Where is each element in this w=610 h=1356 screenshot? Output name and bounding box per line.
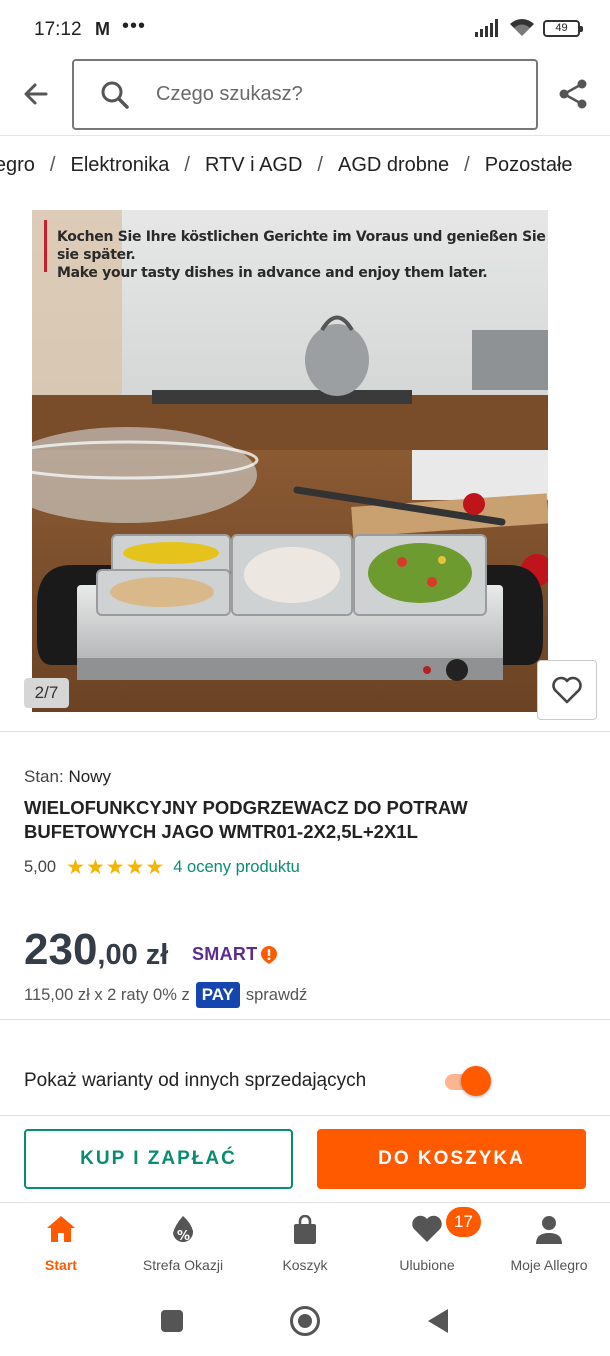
tab-koszyk[interactable]: Koszyk bbox=[244, 1203, 366, 1288]
breadcrumb-separator: / bbox=[184, 154, 190, 176]
home-icon bbox=[47, 1216, 75, 1242]
recent-apps-button[interactable] bbox=[161, 1310, 183, 1332]
price-fraction: ,00 zł bbox=[97, 939, 169, 971]
breadcrumb-separator: / bbox=[49, 154, 56, 176]
breadcrumb: llegro / Elektronika / RTV i AGD / AGD d… bbox=[0, 150, 610, 184]
product-title: WIELOFUNKCYJNY PODGRZEWACZ DO POTRAW BUF… bbox=[24, 797, 468, 842]
battery-icon: 49 bbox=[543, 19, 583, 37]
breadcrumb-item-allegro[interactable]: llegro bbox=[0, 154, 35, 177]
signal-icon bbox=[475, 19, 498, 37]
more-notifications-icon: ••• bbox=[122, 15, 147, 37]
image-caption: Kochen Sie Ihre köstlichen Gerichte im V… bbox=[57, 228, 548, 282]
breadcrumb-item-pozostale[interactable]: Pozostałe bbox=[485, 154, 573, 177]
caption-accent-bar bbox=[44, 220, 47, 272]
bag-icon bbox=[294, 1215, 316, 1244]
rating-score: 5,00 bbox=[24, 858, 57, 876]
heart-outline-icon bbox=[552, 676, 582, 704]
condition-value: Nowy bbox=[68, 767, 111, 786]
smart-exclamation-icon bbox=[260, 945, 277, 964]
share-icon[interactable] bbox=[557, 78, 589, 110]
gallery-counter: 2/7 bbox=[24, 678, 69, 708]
condition: Stan: Nowy bbox=[24, 767, 111, 787]
tab-moje-allegro[interactable]: Moje Allegro bbox=[488, 1203, 610, 1288]
tab-strefa-okazji[interactable]: % Strefa Okazji bbox=[122, 1203, 244, 1288]
bottom-tab-bar: Start % Strefa Okazji Koszyk Ulubione Mo… bbox=[0, 1203, 610, 1288]
add-to-favorites-button[interactable] bbox=[537, 660, 597, 720]
image-caption-line1: Kochen Sie Ihre köstlichen Gerichte im V… bbox=[57, 229, 546, 263]
tab-label: Moje Allegro bbox=[510, 1257, 588, 1273]
price: 230 ,00 zł bbox=[24, 925, 168, 975]
system-navigation-bar bbox=[0, 1288, 610, 1356]
tab-label: Koszyk bbox=[282, 1257, 328, 1273]
ratings-link[interactable]: 4 oceny produktu bbox=[173, 858, 300, 877]
divider bbox=[0, 731, 610, 732]
tab-label: Strefa Okazji bbox=[142, 1257, 224, 1273]
status-time: 17:12 bbox=[34, 19, 82, 40]
status-bar: 17:12 M ••• 49 bbox=[0, 0, 610, 60]
rating-stars-icon: ★★★★★ bbox=[66, 856, 166, 879]
product-photo bbox=[32, 210, 548, 712]
breadcrumb-separator: / bbox=[317, 154, 323, 176]
variants-label: Pokaż warianty od innych sprzedających bbox=[24, 1070, 367, 1091]
divider bbox=[0, 1115, 610, 1116]
installments: 115,00 zł x 2 raty 0% z PAY sprawdź bbox=[24, 982, 307, 1008]
person-icon bbox=[536, 1216, 562, 1244]
price-main: 230 bbox=[24, 925, 98, 974]
smart-badge: SMART bbox=[192, 944, 278, 965]
favorites-count-badge: 17 bbox=[446, 1207, 481, 1237]
mail-icon: M bbox=[95, 19, 110, 39]
divider bbox=[0, 1019, 610, 1020]
search-header bbox=[0, 56, 610, 136]
allegro-pay-logo: PAY bbox=[195, 982, 240, 1008]
breadcrumb-item-elektronika[interactable]: Elektronika bbox=[70, 154, 169, 177]
discount-icon: % bbox=[173, 1216, 194, 1244]
heart-icon bbox=[412, 1215, 442, 1242]
installments-text: 115,00 zł x 2 raty 0% z bbox=[24, 985, 190, 1004]
breadcrumb-item-rtv-agd[interactable]: RTV i AGD bbox=[205, 154, 302, 177]
image-caption-line2: Make your tasty dishes in advance and en… bbox=[57, 265, 488, 281]
tab-label: Start bbox=[45, 1257, 77, 1273]
tab-label: Ulubione bbox=[399, 1257, 455, 1273]
add-to-cart-button[interactable]: DO KOSZYKA bbox=[317, 1129, 586, 1189]
wifi-icon bbox=[510, 19, 534, 36]
tab-start[interactable]: Start bbox=[0, 1203, 122, 1288]
product-rating: 5,00 ★★★★★ 4 oceny produktu bbox=[24, 855, 300, 880]
back-arrow-icon[interactable] bbox=[20, 78, 52, 110]
search-icon bbox=[101, 81, 129, 109]
breadcrumb-separator: / bbox=[464, 154, 470, 176]
buy-now-button[interactable]: KUP I ZAPŁAĆ bbox=[24, 1129, 293, 1189]
check-installments-link[interactable]: sprawdź bbox=[246, 986, 307, 1005]
search-box[interactable] bbox=[72, 59, 538, 130]
product-image[interactable]: Kochen Sie Ihre köstlichen Gerichte im V… bbox=[32, 210, 548, 712]
system-back-button[interactable] bbox=[428, 1309, 448, 1333]
search-input[interactable] bbox=[156, 83, 506, 106]
status-right: 49 bbox=[475, 18, 583, 38]
variants-toggle[interactable] bbox=[443, 1065, 493, 1097]
svg-text:%: % bbox=[177, 1229, 190, 1244]
smart-label: SMART bbox=[192, 944, 258, 964]
toggle-knob bbox=[461, 1066, 491, 1096]
condition-label: Stan: bbox=[24, 767, 64, 786]
breadcrumb-item-agd-drobne[interactable]: AGD drobne bbox=[338, 154, 449, 177]
home-button[interactable] bbox=[290, 1306, 320, 1336]
